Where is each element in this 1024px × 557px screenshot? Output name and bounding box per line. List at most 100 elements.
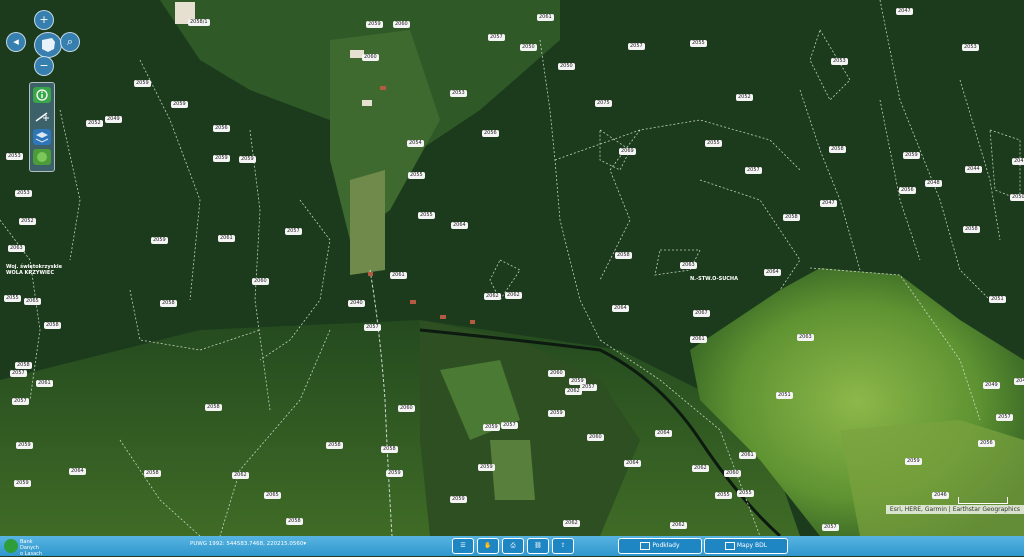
parcel-label[interactable]: 2058 [160,300,177,307]
parcel-label[interactable]: 2059 [134,80,151,87]
parcel-label[interactable]: 2057 [501,422,518,429]
parcel-label[interactable]: 2058 [615,252,632,259]
search-icon[interactable]: ⌕ [60,32,80,52]
parcel-label[interactable]: 2057 [745,167,762,174]
parcel-label[interactable]: 2060 [398,405,415,412]
parcel-label[interactable]: 2061 [36,380,53,387]
parcel-label[interactable]: 2059 [14,480,31,487]
parcel-label[interactable]: 2059 [478,464,495,471]
parcel-label[interactable]: 2060 [548,370,565,377]
parcel-label[interactable]: 2063 [680,262,697,269]
parcel-label[interactable]: 2055 [4,295,21,302]
list-icon[interactable]: ☰ [452,538,474,554]
parcel-label[interactable]: 2040 [348,300,365,307]
parcel-label[interactable]: 2059 [903,152,920,159]
parcel-label[interactable]: 2058 [205,404,222,411]
parcel-label[interactable]: 2058 [381,446,398,453]
parcel-label[interactable]: 2059 [171,101,188,108]
parcel-label[interactable]: 2058 [326,442,343,449]
parcel-label[interactable]: 2058 [144,470,161,477]
parcel-label[interactable]: 2047 [1012,158,1024,165]
parcel-label[interactable]: 2057 [628,43,645,50]
parcel-label[interactable]: 2058 [963,226,980,233]
parcel-label[interactable]: 2058 [783,214,800,221]
parcel-label[interactable]: 2064 [764,269,781,276]
parcel-label[interactable]: 2057 [822,524,839,531]
parcel-label[interactable]: 2047 [896,8,913,15]
parcel-label[interactable]: 2060 [724,470,741,477]
parcel-label[interactable]: 2058 [286,518,303,525]
parcel-label[interactable]: 2062 [692,465,709,472]
parcel-label[interactable]: 2048 [1014,378,1024,385]
parcel-label[interactable]: 2064 [612,305,629,312]
parcel-label[interactable]: 2058 [44,322,61,329]
parcel-label[interactable]: 2047 [820,200,837,207]
parcel-label[interactable]: 2064 [451,222,468,229]
parcel-label[interactable]: 2063 [8,245,25,252]
arrow-left-icon[interactable]: ◂ [6,32,26,52]
parcel-label[interactable]: 2053 [831,58,848,65]
parcel-label[interactable]: 2049 [105,116,122,123]
parcel-label[interactable]: 2053 [15,190,32,197]
parcel-label[interactable]: 2055 [715,492,732,499]
parcel-label[interactable]: 2060 [362,54,379,61]
parcel-label[interactable]: 2052 [19,218,36,225]
parcel-label[interactable]: 2052 [86,120,103,127]
minus-icon[interactable]: − [34,56,54,76]
parcel-label[interactable]: 2050 [1010,194,1024,201]
parcel-label[interactable]: 2053 [962,44,979,51]
parcel-label[interactable]: 2057 [488,34,505,41]
parcel-label[interactable]: 2046 [932,492,949,499]
parcel-label[interactable]: 2056 [899,187,916,194]
parcel-label[interactable]: 2049 [983,382,1000,389]
parcel-label[interactable]: 2054 [407,140,424,147]
parcel-label[interactable]: 2059 [386,470,403,477]
parcel-label[interactable]: 2055 [737,490,754,497]
parcel-label[interactable]: 2062 [484,293,501,300]
parcel-label[interactable]: 2058 [829,146,846,153]
parcel-label[interactable]: 2059 [16,442,33,449]
parcel-label[interactable]: 2057 [364,324,381,331]
parcel-label[interactable]: 2055 [705,140,722,147]
parcel-label[interactable]: 2058/1 [188,19,210,26]
parcel-label[interactable]: 2059 [213,155,230,162]
parcel-label[interactable]: 2050 [520,44,537,51]
parcel-label[interactable]: 2062 [505,292,522,299]
parcel-label[interactable]: 2062 [563,520,580,527]
parcel-label[interactable]: 2057 [285,228,302,235]
parcel-label[interactable]: 2057 [996,414,1013,421]
parcel-label[interactable]: 2069 [619,148,636,155]
parcel-label[interactable]: 2059 [548,410,565,417]
map-view[interactable]: 2058/1 2059 2060 2057 2050 2061 2057 2055 2047 20… [0,0,1024,536]
parcel-label[interactable]: 2056 [482,130,499,137]
parcel-label[interactable]: 2056 [978,440,995,447]
parcel-label[interactable]: 2056 [213,125,230,132]
parcel-label[interactable]: 2061 [537,14,554,21]
parcel-label[interactable]: 2060 [393,21,410,28]
parcel-label[interactable]: 2061 [690,336,707,343]
share-icon[interactable]: ⇪ [552,538,574,554]
parcel-label[interactable]: 2060 [587,434,604,441]
parcel-label[interactable]: 2061 [739,452,756,459]
parcel-label[interactable]: 2051 [989,296,1006,303]
parcel-label[interactable]: 2057 [580,384,597,391]
parcel-label[interactable]: 2059 [450,496,467,503]
bdl-maps-button[interactable]: Mapy BDL [704,538,788,554]
measure-icon[interactable] [33,109,51,125]
plus-icon[interactable]: + [34,10,54,30]
parcel-label[interactable]: 2064 [655,430,672,437]
parcel-label[interactable]: 2055 [418,212,435,219]
parcel-label[interactable]: 2064 [624,460,641,467]
parcel-label[interactable]: 2059 [905,458,922,465]
parcel-label[interactable]: 2059 [151,237,168,244]
coordinate-readout[interactable]: PUWG 1992: 544583.7468, 220215.0560▾ [190,541,306,547]
parcel-label[interactable]: 2051 [776,392,793,399]
parcel-label[interactable]: 2059 [239,156,256,163]
print-icon[interactable]: ⎙ [502,538,524,554]
parcel-label[interactable]: 2044 [965,166,982,173]
parcel-label[interactable]: 2063 [797,334,814,341]
parcel-label[interactable]: 2065 [264,492,281,499]
parcel-label[interactable]: 2058 [15,362,32,369]
poland-map-icon[interactable] [34,32,62,58]
parcel-label[interactable]: 2053 [6,153,23,160]
